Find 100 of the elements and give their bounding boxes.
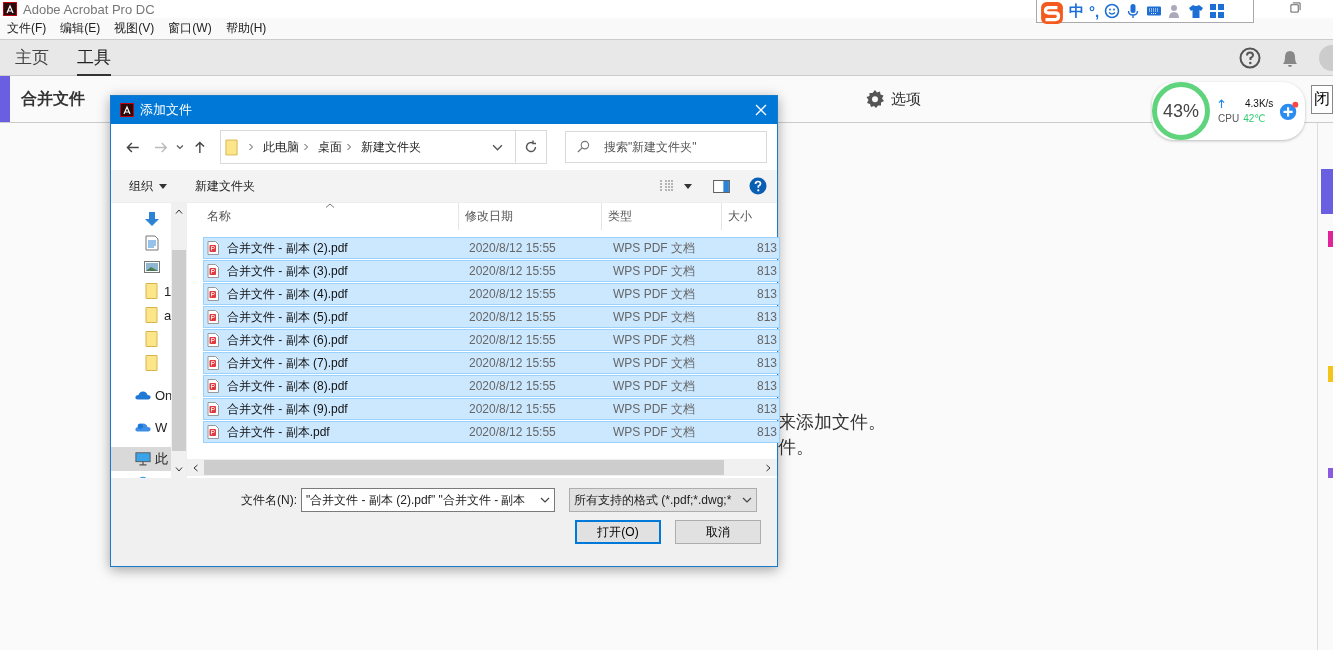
grid-icon[interactable]	[1209, 3, 1226, 19]
gear-icon	[865, 89, 885, 109]
file-type: WPS PDF 文档	[613, 354, 696, 372]
file-date: 2020/8/12 15:55	[468, 425, 557, 439]
app-title: Adobe Acrobat Pro DC	[23, 1, 155, 17]
folder-icon	[144, 307, 160, 323]
file-row[interactable]: 合并文件 - 副本 (3).pdf 2020/8/12 15:55 WPS PDF 文档 813	[203, 260, 780, 282]
chevron-down-icon[interactable]	[540, 497, 550, 503]
pdf-file-icon	[207, 264, 219, 278]
file-row[interactable]: 合并文件 - 副本 (5).pdf 2020/8/12 15:55 WPS PDF 文档 813	[203, 306, 780, 328]
file-size: 813	[756, 333, 779, 347]
file-row[interactable]: 合并文件 - 副本.pdf 2020/8/12 15:55 WPS PDF 文档 813	[203, 421, 780, 443]
usage-ring[interactable]: 43%	[1152, 82, 1210, 140]
help-icon[interactable]	[1239, 46, 1261, 69]
plus-icon[interactable]	[1279, 101, 1300, 121]
caret-icon[interactable]	[684, 183, 692, 189]
new-folder-button[interactable]: 新建文件夹	[189, 173, 261, 199]
image-icon	[144, 259, 160, 275]
help-icon[interactable]	[749, 177, 767, 195]
close-button[interactable]: 闭	[1311, 84, 1333, 114]
horizontal-scrollbar[interactable]	[187, 459, 777, 476]
file-size: 813	[756, 241, 779, 255]
file-name: 合并文件 - 副本 (7).pdf	[227, 354, 348, 372]
menu-item[interactable]: 窗口(W)	[168, 20, 212, 37]
file-type: WPS PDF 文档	[613, 285, 696, 303]
file-row[interactable]: 合并文件 - 副本 (2).pdf 2020/8/12 15:55 WPS PDF 文档 813	[203, 237, 780, 259]
nav-label: W	[155, 419, 168, 435]
file-row[interactable]: 合并文件 - 副本 (9).pdf 2020/8/12 15:55 WPS PDF 文档 813	[203, 398, 780, 420]
file-row[interactable]: 合并文件 - 副本 (8).pdf 2020/8/12 15:55 WPS PDF 文档 813	[203, 375, 780, 397]
file-date: 2020/8/12 15:55	[468, 241, 557, 255]
file-date: 2020/8/12 15:55	[468, 356, 557, 370]
smiley-icon[interactable]	[1104, 3, 1121, 19]
file-name: 合并文件 - 副本 (9).pdf	[227, 400, 348, 418]
options-button[interactable]: 选项	[865, 89, 921, 109]
scroll-up-icon[interactable]	[174, 209, 183, 214]
nav-tab[interactable]: 主页	[15, 38, 49, 77]
file-name: 合并文件 - 副本 (8).pdf	[227, 377, 348, 395]
scroll-down-icon[interactable]	[174, 467, 183, 472]
acrobat-logo-icon	[120, 103, 134, 117]
chevron-down-icon[interactable]	[492, 143, 503, 151]
column-header[interactable]: 大小	[722, 203, 777, 230]
menu-item[interactable]: 编辑(E)	[60, 20, 101, 37]
file-row[interactable]: 合并文件 - 副本 (4).pdf 2020/8/12 15:55 WPS PDF 文档 813	[203, 283, 780, 305]
file-name-field[interactable]: "合并文件 - 副本 (2).pdf" "合并文件 - 副本	[301, 488, 555, 512]
file-date: 2020/8/12 15:55	[468, 310, 557, 324]
nav-pane-item[interactable]: 此	[111, 447, 171, 471]
input-mode-toggle[interactable]: 中	[1069, 1, 1084, 21]
nav-pane-item[interactable]: W	[111, 415, 171, 439]
scroll-right-icon[interactable]	[766, 463, 771, 472]
back-arrow-icon[interactable]	[126, 140, 140, 154]
column-header[interactable]: 修改日期	[459, 203, 602, 230]
file-date: 2020/8/12 15:55	[468, 333, 557, 347]
menu-item[interactable]: 视图(V)	[114, 20, 155, 37]
up-arrow-icon[interactable]	[193, 140, 207, 154]
file-size: 813	[756, 264, 779, 278]
sogou-logo-icon[interactable]	[1040, 1, 1064, 25]
file-row[interactable]: 合并文件 - 副本 (7).pdf 2020/8/12 15:55 WPS PDF 文档 813	[203, 352, 780, 374]
preview-pane-icon[interactable]	[713, 179, 730, 193]
pdf-file-icon	[207, 356, 219, 370]
breadcrumb-item[interactable]: 桌面	[317, 138, 342, 156]
chevron-down-icon	[742, 497, 752, 503]
organize-button[interactable]: 组织	[123, 173, 173, 199]
menu-item[interactable]: 帮助(H)	[225, 20, 267, 37]
shirt-icon[interactable]	[1188, 3, 1205, 19]
file-row[interactable]: 合并文件 - 副本 (6).pdf 2020/8/12 15:55 WPS PDF 文档 813	[203, 329, 780, 351]
pdf-file-icon	[207, 379, 219, 393]
close-icon[interactable]	[755, 104, 767, 116]
file-date: 2020/8/12 15:55	[468, 402, 557, 416]
cpu-temperature: 42℃	[1243, 113, 1266, 124]
restore-icon[interactable]	[1290, 2, 1301, 13]
network-speed: 4.3K/s	[1245, 98, 1274, 109]
dialog-title: 添加文件	[140, 101, 192, 119]
nav-label: 此	[155, 450, 168, 468]
search-field[interactable]: 搜索"新建文件夹"	[565, 131, 767, 163]
folder-icon	[144, 283, 160, 299]
nav-pane-item[interactable]: a	[111, 303, 171, 327]
column-header[interactable]: 类型	[602, 203, 722, 230]
file-type: WPS PDF 文档	[613, 331, 696, 349]
vertical-scrollbar[interactable]	[171, 203, 186, 478]
file-name: 合并文件 - 副本 (6).pdf	[227, 331, 348, 349]
punctuation-toggle[interactable]: °,	[1089, 2, 1100, 20]
column-header[interactable]: 名称	[187, 203, 459, 230]
breadcrumb-item[interactable]: 此电脑	[262, 138, 299, 156]
cancel-button[interactable]: 取消	[675, 520, 761, 544]
nav-pane-item[interactable]: 1	[111, 279, 171, 303]
file-size: 813	[756, 310, 779, 324]
menu-item[interactable]: 文件(F)	[7, 20, 47, 37]
file-type: WPS PDF 文档	[613, 239, 696, 257]
file-type-dropdown[interactable]: 所有支持的格式 (*.pdf;*.dwg;*	[569, 488, 757, 512]
chevron-right-icon	[302, 143, 309, 151]
file-size: 813	[756, 356, 779, 370]
chevron-down-icon[interactable]	[176, 144, 185, 150]
pdf-file-icon	[207, 241, 219, 255]
scroll-left-icon[interactable]	[193, 463, 198, 472]
open-button[interactable]: 打开(O)	[575, 520, 661, 544]
breadcrumb-item[interactable]: 新建文件夹	[360, 138, 421, 156]
refresh-icon[interactable]	[524, 140, 538, 154]
address-bar[interactable]: 此电脑 桌面 新建文件夹	[219, 130, 547, 164]
accent-bar	[0, 76, 10, 122]
nav-pane-item[interactable]: On	[111, 383, 171, 407]
